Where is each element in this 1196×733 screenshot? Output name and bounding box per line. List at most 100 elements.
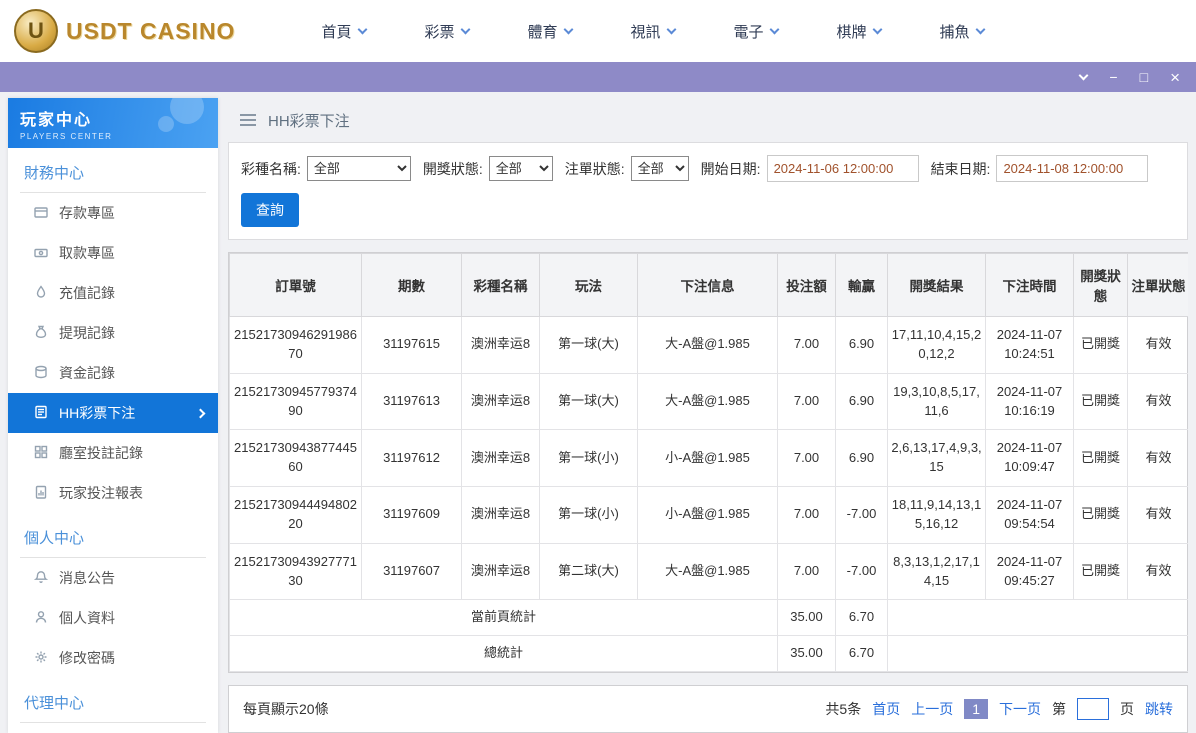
collapse-icon[interactable] [1078, 70, 1089, 81]
cell-lottery: 澳洲幸运8 [461, 542, 540, 601]
sidebar-item-hall-bet-record[interactable]: 廳室投註記錄 [8, 433, 218, 473]
sidebar-item-deposit[interactable]: 存款專區 [8, 193, 218, 233]
cell-order-status: 有效 [1127, 429, 1188, 488]
section-title-finance: 財務中心 [20, 148, 206, 193]
nav-item-sports[interactable]: 體育 [498, 21, 601, 42]
cell-order: 2152173094449480220 [229, 486, 362, 544]
cell-result: 17,11,10,4,15,20,12,2 [887, 316, 986, 374]
nav-label: 首頁 [321, 23, 352, 41]
nav-item-home[interactable]: 首頁 [292, 21, 395, 42]
cell-lottery: 澳洲幸运8 [461, 486, 540, 544]
first-page-link[interactable]: 首页 [872, 699, 900, 719]
cell-order-status: 有效 [1127, 542, 1188, 601]
sidebar-item-announcements[interactable]: 消息公告 [8, 558, 218, 598]
end-date-input[interactable] [996, 155, 1149, 182]
total-summary-label: 總統計 [229, 635, 778, 673]
nav-item-live[interactable]: 視訊 [601, 21, 704, 42]
sidebar-item-withdraw[interactable]: 取款專區 [8, 233, 218, 273]
prev-page-link[interactable]: 上一页 [911, 699, 953, 719]
col-header-bet: 投注額 [777, 253, 836, 317]
table-row: 2152173094449480220 31197609 澳洲幸运8 第一球(小… [229, 486, 1188, 544]
chevron-down-icon [666, 24, 676, 34]
funds-record-icon [34, 365, 48, 382]
sidebar-header: 玩家中心 PLAYERS CENTER [8, 98, 218, 148]
sidebar-item-label: 資金記錄 [59, 365, 115, 381]
nav-label: 彩票 [424, 23, 455, 41]
total-summary-empty [887, 635, 1188, 673]
cell-lottery: 澳洲幸运8 [461, 372, 540, 431]
nav-item-lottery[interactable]: 彩票 [395, 21, 498, 42]
jump-page-input[interactable] [1077, 698, 1109, 721]
content-area: 玩家中心 PLAYERS CENTER 財務中心 存款專區 取款專區 充值記錄 … [0, 92, 1196, 733]
pagination-bar: 每頁顯示20條 共5条 首页 上一页 1 下一页 第 页 跳转 [228, 685, 1188, 733]
window-titlebar: − □ × [0, 62, 1196, 92]
draw-status-select[interactable]: 全部 [488, 156, 553, 181]
order-status-select[interactable]: 全部 [630, 156, 689, 181]
sidebar-item-change-password[interactable]: 修改密碼 [8, 638, 218, 678]
section-title-agent: 代理中心 [20, 678, 206, 723]
lottery-bet-icon [34, 405, 48, 422]
cell-play: 第一球(大) [539, 316, 638, 374]
cell-play: 第二球(大) [539, 542, 638, 601]
cell-time: 2024-11-07 10:24:51 [985, 316, 1074, 374]
cell-winloss: 6.90 [835, 429, 888, 488]
col-header-order: 訂單號 [229, 253, 362, 317]
cell-draw-status: 已開獎 [1073, 316, 1128, 374]
sidebar-item-recharge-record[interactable]: 充值記錄 [8, 273, 218, 313]
nav-label: 捕魚 [939, 23, 970, 41]
next-page-link[interactable]: 下一页 [999, 699, 1041, 719]
cell-result: 19,3,10,8,5,17,11,6 [887, 372, 986, 431]
logo-text: USDT CASINO [66, 17, 236, 44]
nav-label: 體育 [527, 23, 558, 41]
maximize-icon[interactable]: □ [1140, 70, 1148, 84]
logo-emblem-icon: U [14, 9, 58, 53]
nav-item-fishing[interactable]: 捕魚 [910, 21, 1013, 42]
end-date-label: 結束日期: [930, 160, 991, 177]
sidebar-item-withdrawal-record[interactable]: 提現記錄 [8, 313, 218, 353]
sidebar-item-hh-lottery-bet[interactable]: HH彩票下注 [8, 393, 218, 433]
cell-bet: 7.00 [777, 542, 836, 601]
cell-time: 2024-11-07 09:54:54 [985, 486, 1074, 544]
decorative-bubble-icon [158, 116, 174, 132]
nav-item-slots[interactable]: 電子 [704, 21, 807, 42]
cell-winloss: 6.90 [835, 372, 888, 431]
jump-button[interactable]: 跳转 [1145, 699, 1173, 719]
per-page-label: 每頁顯示20條 [243, 701, 329, 718]
sidebar-item-label: 廳室投註記錄 [59, 445, 143, 461]
sidebar: 玩家中心 PLAYERS CENTER 財務中心 存款專區 取款專區 充值記錄 … [8, 98, 218, 733]
cell-draw-status: 已開獎 [1073, 542, 1128, 601]
col-header-lottery: 彩種名稱 [461, 253, 540, 317]
chevron-right-icon [195, 408, 206, 418]
nav-item-chess[interactable]: 棋牌 [807, 21, 910, 42]
gear-icon [34, 650, 48, 667]
hamburger-icon[interactable] [240, 114, 256, 126]
start-date-input[interactable] [766, 155, 919, 182]
minimize-icon[interactable]: − [1109, 70, 1117, 84]
sidebar-item-funds-record[interactable]: 資金記錄 [8, 353, 218, 393]
cell-winloss: -7.00 [835, 542, 888, 601]
jump-prefix-label: 第 [1052, 701, 1066, 718]
cell-period: 31197607 [361, 542, 462, 601]
recharge-record-icon [34, 284, 48, 302]
chevron-down-icon [872, 24, 882, 34]
lottery-name-label: 彩種名稱: [241, 160, 301, 177]
logo[interactable]: U USDT CASINO [14, 9, 264, 53]
lottery-name-select[interactable]: 全部 [306, 156, 411, 181]
cell-period: 31197613 [361, 372, 462, 431]
start-date-label: 開始日期: [700, 160, 761, 177]
close-icon[interactable]: × [1170, 69, 1180, 86]
sidebar-item-profile[interactable]: 個人資料 [8, 598, 218, 638]
current-page-badge[interactable]: 1 [964, 699, 988, 720]
cell-info: 大-A盤@1.985 [637, 542, 778, 601]
filter-row: 彩種名稱: 全部 開獎狀態: 全部 注單狀態: 全部 開始日期: 結束日期: [241, 155, 1175, 182]
cell-period: 31197609 [361, 486, 462, 544]
cell-period: 31197615 [361, 316, 462, 374]
bets-table: 訂單號 期數 彩種名稱 玩法 下注信息 投注額 輸贏 開獎結果 下注時間 開獎狀… [229, 253, 1188, 673]
cell-order: 2152173094629198670 [229, 316, 362, 374]
col-header-result: 開獎結果 [887, 253, 986, 317]
sidebar-item-bet-report[interactable]: 玩家投注報表 [8, 473, 218, 513]
cell-order: 2152173094392777130 [229, 542, 362, 601]
cell-info: 大-A盤@1.985 [637, 372, 778, 431]
cell-lottery: 澳洲幸运8 [461, 429, 540, 488]
search-button[interactable]: 查詢 [241, 193, 299, 227]
